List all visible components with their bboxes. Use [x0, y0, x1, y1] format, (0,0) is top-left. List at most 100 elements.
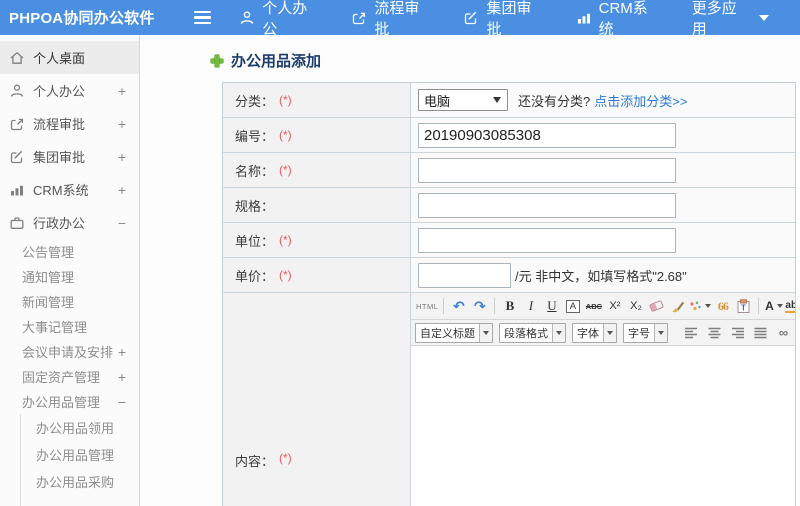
sidebar-item-notice-mgmt[interactable]: 通知管理	[0, 264, 139, 289]
font-family-dropdown[interactable]: 字体	[572, 322, 617, 343]
heading-dropdown[interactable]: 自定义标题	[415, 322, 493, 343]
font-size-dropdown[interactable]: 字号	[623, 322, 668, 343]
source-code-button[interactable]: HTML	[416, 296, 438, 317]
bar-chart-icon	[9, 182, 25, 198]
boxed-a-icon: A	[566, 299, 580, 313]
top-navbar: PHPOA协同办公软件 个人办公 流程审批 集团审批 CRM系统 更多应用	[0, 0, 800, 38]
superscript-button[interactable]: X²	[605, 296, 624, 317]
expand-plus[interactable]: +	[118, 150, 126, 164]
expand-plus[interactable]: +	[118, 84, 126, 98]
insert-link-button[interactable]: ∞	[774, 322, 793, 343]
add-category-link[interactable]: 点击添加分类>>	[594, 91, 687, 110]
blockquote-button[interactable]: 66	[713, 296, 732, 317]
nav-process-approval[interactable]: 流程审批	[351, 0, 432, 39]
form-row-category: 分类： (*) 电脑 还没有分类? 点击添加分类>>	[223, 83, 795, 118]
align-buttons: ∞	[680, 322, 795, 343]
no-category-hint: 还没有分类?	[518, 93, 591, 109]
sidebar-item-personal-office[interactable]: 个人办公 +	[0, 74, 139, 107]
field-label: 名称：	[235, 163, 275, 179]
format-brush-button[interactable]	[668, 296, 687, 317]
brush-icon	[672, 301, 685, 312]
redo-button[interactable]: ↷	[470, 296, 489, 317]
highlight-color-button[interactable]: ab	[785, 296, 795, 317]
sidebar-item-meeting-mgmt[interactable]: 会议申请及安排 +	[0, 339, 139, 364]
sidebar-item-crm-system[interactable]: CRM系统 +	[0, 173, 139, 206]
expand-plus[interactable]: +	[118, 183, 126, 197]
field-label: 分类：	[235, 93, 275, 109]
caret-down-icon	[759, 14, 770, 21]
sidebar-item-announcement-mgmt[interactable]: 公告管理	[0, 239, 139, 264]
hamburger-menu-icon[interactable]	[193, 8, 212, 27]
eraser-icon	[649, 299, 665, 313]
form-row-name: 名称： (*)	[223, 153, 795, 188]
sidebar-item-process-approval[interactable]: 流程审批 +	[0, 107, 139, 140]
align-right-button[interactable]	[728, 322, 747, 343]
required-mark: (*)	[279, 163, 292, 177]
nav-label: 更多应用	[691, 0, 737, 38]
expand-plus[interactable]: +	[118, 345, 126, 359]
paragraph-format-dropdown[interactable]: 段落格式	[499, 322, 566, 343]
user-icon	[239, 10, 255, 26]
align-left-icon	[685, 327, 697, 338]
supplies-add-form: 分类： (*) 电脑 还没有分类? 点击添加分类>> 编号： (*) 20190…	[222, 82, 796, 506]
undo-button[interactable]: ↶	[449, 296, 468, 317]
caret-down-icon	[654, 323, 667, 342]
emoticon-button[interactable]	[689, 296, 712, 317]
category-select[interactable]: 电脑	[418, 89, 508, 111]
sidebar-item-group-approval[interactable]: 集团审批 +	[0, 140, 139, 173]
caret-down-icon	[776, 304, 783, 308]
sidebar: 个人桌面 个人办公 + 流程审批 + 集团审批 + CRM系统 + 行政办公 −…	[0, 35, 140, 506]
home-icon	[9, 50, 25, 66]
sidebar-item-supplies-mgmt[interactable]: 办公用品管理 −	[0, 389, 139, 414]
add-plus-icon	[211, 54, 223, 67]
subscript-button[interactable]: X₂	[626, 296, 645, 317]
spec-input[interactable]	[418, 192, 676, 218]
bar-chart-icon	[576, 10, 592, 26]
sidebar-item-admin-office[interactable]: 行政办公 −	[0, 206, 139, 239]
field-label: 单价：	[235, 268, 275, 284]
sidebar-item-asset-mgmt[interactable]: 固定资产管理 +	[0, 364, 139, 389]
expand-plus[interactable]: +	[118, 117, 126, 131]
clipboard-icon: T	[737, 299, 750, 313]
sidebar-item-news-mgmt[interactable]: 新闻管理	[0, 289, 139, 314]
align-left-button[interactable]	[682, 322, 701, 343]
font-color-button[interactable]: A	[764, 296, 783, 317]
paste-text-button[interactable]: T	[734, 296, 753, 317]
price-input[interactable]	[418, 262, 511, 288]
sparkle-icon	[690, 301, 702, 310]
field-label: 单位：	[235, 233, 275, 249]
justify-button[interactable]	[751, 322, 770, 343]
name-input[interactable]	[418, 157, 676, 183]
underline-button[interactable]: U	[542, 296, 561, 317]
caret-down-icon	[552, 323, 565, 342]
align-center-button[interactable]	[705, 322, 724, 343]
editor-toolbar-top: HTML ↶ ↷ B I U A ABC X² X₂ 66 T A ab	[411, 293, 795, 320]
align-right-icon	[732, 327, 744, 338]
editor-content-area[interactable]	[411, 346, 795, 506]
unit-input[interactable]	[418, 227, 676, 253]
toolbar-separator	[494, 298, 496, 314]
strikethrough-button[interactable]: ABC	[584, 296, 603, 317]
bold-button[interactable]: B	[500, 296, 519, 317]
form-row-content: 内容： (*) HTML ↶ ↷ B I U A ABC X² X₂ 66 T …	[223, 293, 795, 506]
toolbar-separator	[443, 298, 445, 314]
required-mark: (*)	[279, 451, 292, 465]
remove-format-button[interactable]	[647, 296, 666, 317]
expand-minus[interactable]: −	[118, 216, 126, 230]
process-icon	[9, 116, 25, 132]
nav-personal-office[interactable]: 个人办公	[239, 0, 320, 39]
sidebar-item-personal-desktop[interactable]: 个人桌面	[0, 41, 139, 74]
italic-button[interactable]: I	[521, 296, 540, 317]
sidebar-item-events-mgmt[interactable]: 大事记管理	[0, 314, 139, 339]
nav-crm-system[interactable]: CRM系统	[576, 0, 661, 39]
font-style-button[interactable]: A	[563, 296, 582, 317]
expand-plus[interactable]: +	[118, 370, 126, 384]
expand-minus[interactable]: −	[118, 395, 126, 409]
nav-more-apps[interactable]: 更多应用	[691, 0, 770, 39]
nav-group-approval[interactable]: 集团审批	[463, 0, 544, 39]
form-row-code: 编号： (*)	[223, 118, 795, 153]
code-input[interactable]	[418, 122, 676, 148]
tree-guide-line	[20, 414, 21, 506]
nav-label: 个人办公	[262, 0, 308, 38]
field-label: 规格：	[235, 198, 275, 214]
